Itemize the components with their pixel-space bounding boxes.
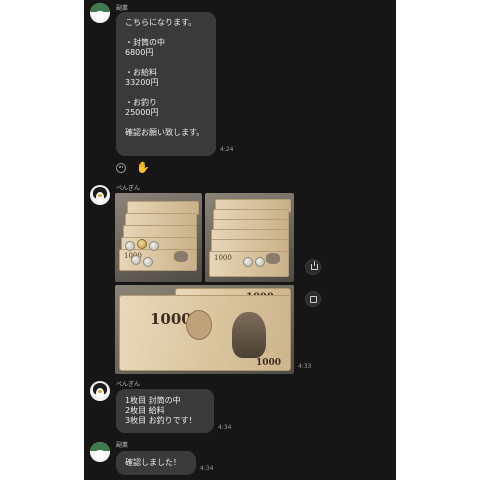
sender-name: ぺんぎん	[116, 185, 141, 192]
message-bubble[interactable]: 確認しました！	[116, 451, 196, 475]
expand-button[interactable]	[305, 291, 321, 307]
photo-2[interactable]: 1000	[205, 193, 294, 282]
sender-name: 副業	[116, 442, 129, 449]
coin	[255, 257, 265, 267]
photo-3[interactable]: 1000 1000 1000	[115, 285, 294, 374]
banknote: 1000 1000	[119, 295, 291, 371]
message-time: 4:34	[200, 465, 214, 472]
coin	[125, 241, 135, 251]
raised-hand-icon[interactable]: ✋	[136, 161, 150, 175]
coin	[143, 257, 153, 267]
penguin-avatar[interactable]	[90, 185, 110, 205]
share-icon	[311, 261, 318, 270]
message-time: 4:33	[298, 363, 312, 370]
coin	[149, 241, 159, 251]
message-time: 4:34	[218, 424, 232, 431]
photo-1[interactable]: 1000	[115, 193, 202, 282]
penguin-avatar[interactable]	[90, 381, 110, 401]
sender-name: ぺんぎん	[116, 381, 141, 388]
ghost-avatar[interactable]	[90, 3, 110, 23]
smile-icon[interactable]	[116, 163, 126, 173]
coin	[243, 257, 253, 267]
sender-name: 副業	[116, 5, 129, 12]
message-bubble[interactable]: こちらになります。 ・封筒の中 6800円 ・お給料 33200円 ・お釣り 2…	[116, 12, 216, 156]
message-bubble[interactable]: 1枚目 封筒の中 2枚目 給料 3枚目 お釣りです！	[116, 389, 214, 433]
share-button[interactable]	[305, 259, 321, 275]
chat-view: 副業 こちらになります。 ・封筒の中 6800円 ・お給料 33200円 ・お釣…	[84, 0, 396, 480]
message-time: 4:24	[220, 146, 234, 153]
ghost-avatar[interactable]	[90, 442, 110, 462]
coin	[137, 239, 147, 249]
expand-icon	[310, 296, 317, 303]
coin	[131, 255, 141, 265]
